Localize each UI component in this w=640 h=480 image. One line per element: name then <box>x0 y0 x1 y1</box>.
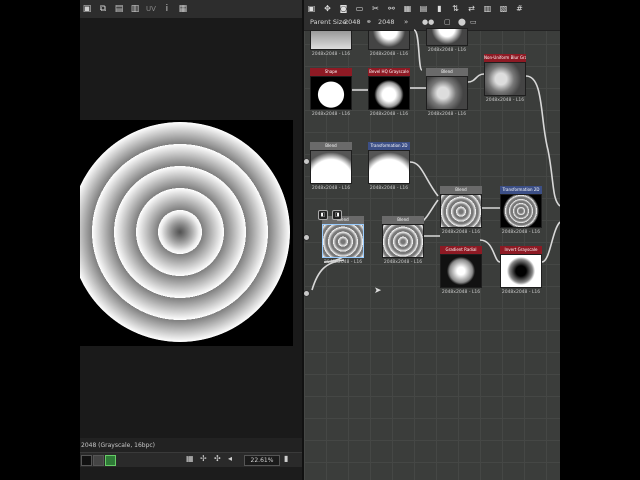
node-title: Blend <box>440 186 482 194</box>
zoom-input[interactable]: 22.61% <box>244 455 280 466</box>
node-size-label: 2048x2048 - L16 <box>323 260 363 265</box>
graph-node-blend-selected[interactable]: Blend 2048x2048 - L16 <box>322 216 364 265</box>
node-size-label: 2048x2048 - L16 <box>441 290 481 295</box>
camera-icon[interactable]: ▣ <box>82 4 92 14</box>
node-size-label: 2048x2048 - L16 <box>427 112 467 117</box>
output-icon[interactable]: ◨ <box>332 210 342 220</box>
display-icon[interactable]: ▥ <box>130 4 140 14</box>
node-size-label: 2048x2048 - L16 <box>311 186 351 191</box>
info-icon[interactable]: i <box>162 4 172 14</box>
graph-node-bevel[interactable]: Bevel HQ Grayscale 2048x2048 - L16 <box>368 68 410 117</box>
node-title: Blend <box>382 216 424 224</box>
lock-icon[interactable]: ▮ <box>284 454 288 463</box>
node-size-label: 2048x2048 - L16 <box>311 52 351 57</box>
node-title: Shape <box>310 68 352 76</box>
node-size-label: 2048x2048 - L16 <box>369 52 409 57</box>
node-thumbnail <box>368 30 410 50</box>
node-title: Transformation 2D <box>368 142 410 150</box>
graph-node-transformation[interactable]: Transformation 2D 2048x2048 - L16 <box>368 142 410 191</box>
graph-panel[interactable]: ▣ ✥ ◙ ▭ ✂ ⚯ ▦ ▤ ▮ ⇅ ⇄ ▥ ▧ # Parent Size:… <box>304 0 560 480</box>
bg-gray-swatch[interactable] <box>93 455 104 466</box>
node-title: Blend <box>322 216 364 224</box>
node-title: Blend <box>310 142 352 150</box>
layers-icon[interactable]: ▤ <box>114 4 124 14</box>
node-thumbnail <box>368 150 410 184</box>
bookmark-icon[interactable]: ◧ <box>318 210 328 220</box>
node-thumbnail <box>484 62 526 96</box>
node-title: Blend <box>426 68 468 76</box>
node-thumbnail <box>310 150 352 184</box>
concentric-rings-image <box>80 122 290 342</box>
node-thumbnail <box>310 76 352 110</box>
bg-checker-swatch[interactable] <box>105 455 116 466</box>
graph-node-transformation[interactable]: Transformation 2D 2048x2048 - L16 <box>500 186 542 235</box>
node-title: Non-Uniform Blur Grays... <box>484 54 526 62</box>
node-title: Gradient Radial <box>440 246 482 254</box>
graph-node-nonuniform-blur[interactable]: Non-Uniform Blur Grays... 2048x2048 - L1… <box>484 54 526 103</box>
node-thumbnail <box>322 224 364 258</box>
node-title: Invert Grayscale <box>500 246 542 254</box>
graph-node[interactable]: 2048x2048 - L16 <box>368 30 410 57</box>
node-thumbnail <box>440 254 482 288</box>
node-size-label: 2048x2048 - L16 <box>369 186 409 191</box>
graph-node-blend[interactable]: Blend 2048x2048 - L16 <box>310 142 352 191</box>
2d-view-toolbar: ▣ ⧉ ▤ ▥ UV i ▦ <box>80 0 304 19</box>
node-size-label: 2048x2048 - L16 <box>441 230 481 235</box>
2d-view-bottom-bar: ▦ ✢ ✣ ◂ 22.61% ▮ <box>80 452 302 467</box>
bg-black-swatch[interactable] <box>81 455 92 466</box>
graph-node-blend[interactable]: Blend 2048x2048 - L16 <box>426 68 468 117</box>
node-thumbnail <box>500 254 542 288</box>
node-size-label: 2048x2048 - L16 <box>485 98 525 103</box>
node-size-label: 2048x2048 - L16 <box>427 48 467 53</box>
node-size-label: 2048x2048 - L16 <box>383 260 423 265</box>
node-size-label: 2048x2048 - L16 <box>369 112 409 117</box>
node-thumbnail <box>382 224 424 258</box>
histogram-icon[interactable]: ▦ <box>178 4 188 14</box>
graph-node[interactable]: 2048x2048 - L16 <box>426 28 468 53</box>
node-thumbnail <box>368 76 410 110</box>
graph-node-blend[interactable]: Blend 2048x2048 - L16 <box>440 186 482 235</box>
node-thumbnail <box>310 30 352 50</box>
graph-node[interactable]: 2048x2048 - L16 <box>310 30 352 57</box>
node-title: Bevel HQ Grayscale <box>368 68 410 76</box>
graph-node-gradient-radial[interactable]: Gradient Radial 2048x2048 - L16 <box>440 246 482 295</box>
graph-node-blend[interactable]: Blend 2048x2048 - L16 <box>382 216 424 265</box>
node-title: Transformation 2D <box>500 186 542 194</box>
2d-view-panel: ▣ ⧉ ▤ ▥ UV i ▦ 2048 (Grayscale, 16bpc) ▦… <box>80 0 304 480</box>
tiling-icon[interactable]: ✢ <box>200 454 207 463</box>
app-window: ▣ ⧉ ▤ ▥ UV i ▦ 2048 (Grayscale, 16bpc) ▦… <box>80 0 560 480</box>
node-thumbnail <box>500 194 542 228</box>
graph-node-invert-grayscale[interactable]: Invert Grayscale 2048x2048 - L16 <box>500 246 542 295</box>
2d-viewport[interactable] <box>80 18 302 438</box>
node-size-label: 2048x2048 - L16 <box>501 290 541 295</box>
texture-preview <box>80 120 293 346</box>
copy-icon[interactable]: ⧉ <box>98 4 108 14</box>
node-thumbnail <box>426 28 468 46</box>
mouse-cursor-icon: ➤ <box>374 286 382 296</box>
node-thumbnail <box>440 194 482 228</box>
node-size-label: 2048x2048 - L16 <box>311 112 351 117</box>
fit-icon[interactable]: ✣ <box>214 454 221 463</box>
graph-node-shape[interactable]: Shape 2048x2048 - L16 <box>310 68 352 117</box>
uv-dropdown[interactable]: UV <box>146 5 156 13</box>
grid-icon[interactable]: ▦ <box>186 454 194 463</box>
node-size-label: 2048x2048 - L16 <box>501 230 541 235</box>
node-thumbnail <box>426 76 468 110</box>
zoom-arrow-icon[interactable]: ◂ <box>228 454 232 463</box>
